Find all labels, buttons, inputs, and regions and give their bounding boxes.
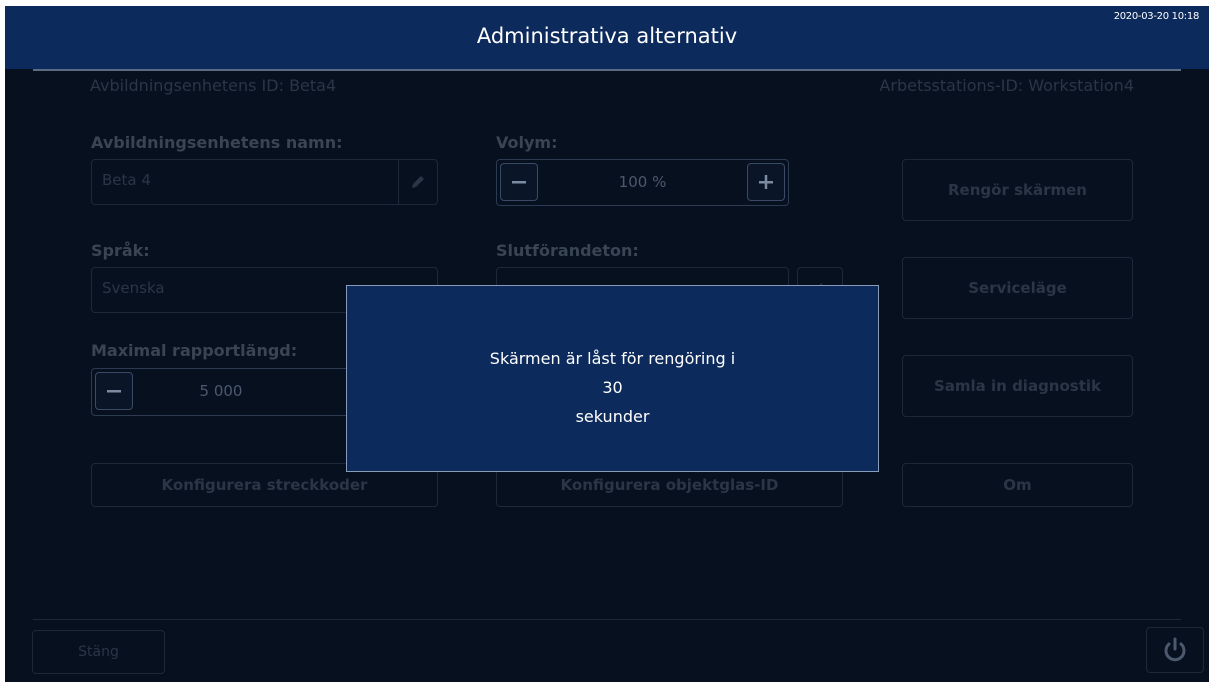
max-report-length-stepper: 5 000 — [91, 368, 351, 416]
dialog-message: Skärmen är låst för rengöring i — [489, 349, 736, 368]
timestamp: 2020-03-20 10:18 — [1113, 11, 1200, 22]
footer-divider — [33, 619, 1181, 620]
device-name-field[interactable]: Beta 4 — [91, 159, 438, 205]
service-mode-button[interactable]: Serviceläge — [902, 257, 1133, 319]
volume-label: Volym: — [496, 133, 558, 152]
device-name-value: Beta 4 — [102, 171, 151, 189]
workstation-id-text: Arbetsstations-ID: Workstation4 — [879, 76, 1134, 95]
page-title: Administrativa alternativ — [476, 24, 738, 48]
plus-icon[interactable] — [747, 163, 785, 201]
cleaning-lock-dialog: Skärmen är låst för rengöring i 30 sekun… — [346, 285, 879, 472]
minus-icon[interactable] — [95, 372, 133, 410]
clean-screen-button[interactable]: Rengör skärmen — [902, 159, 1133, 221]
about-button[interactable]: Om — [902, 463, 1133, 507]
power-icon[interactable] — [1146, 627, 1204, 673]
device-id-text: Avbildningsenhetens ID: Beta4 — [90, 76, 337, 95]
collect-diagnostics-button[interactable]: Samla in diagnostik — [902, 355, 1133, 417]
countdown-seconds: 30 — [602, 378, 623, 397]
admin-screen: Administrativa alternativ 2020-03-20 10:… — [5, 6, 1209, 682]
header-bar: Administrativa alternativ 2020-03-20 10:… — [5, 6, 1209, 69]
completion-tone-label: Slutförandeton: — [496, 241, 639, 260]
close-button[interactable]: Stäng — [32, 630, 165, 674]
pencil-icon[interactable] — [398, 160, 437, 204]
device-name-label: Avbildningsenhetens namn: — [91, 133, 343, 152]
language-label: Språk: — [91, 241, 150, 260]
volume-stepper: 100 % — [496, 159, 789, 206]
header-divider — [33, 69, 1181, 71]
dialog-unit: sekunder — [575, 407, 650, 426]
max-report-length-value: 5 000 — [199, 382, 243, 400]
max-report-length-label: Maximal rapportlängd: — [91, 341, 298, 360]
volume-value: 100 % — [618, 173, 667, 191]
language-value: Svenska — [102, 279, 165, 297]
